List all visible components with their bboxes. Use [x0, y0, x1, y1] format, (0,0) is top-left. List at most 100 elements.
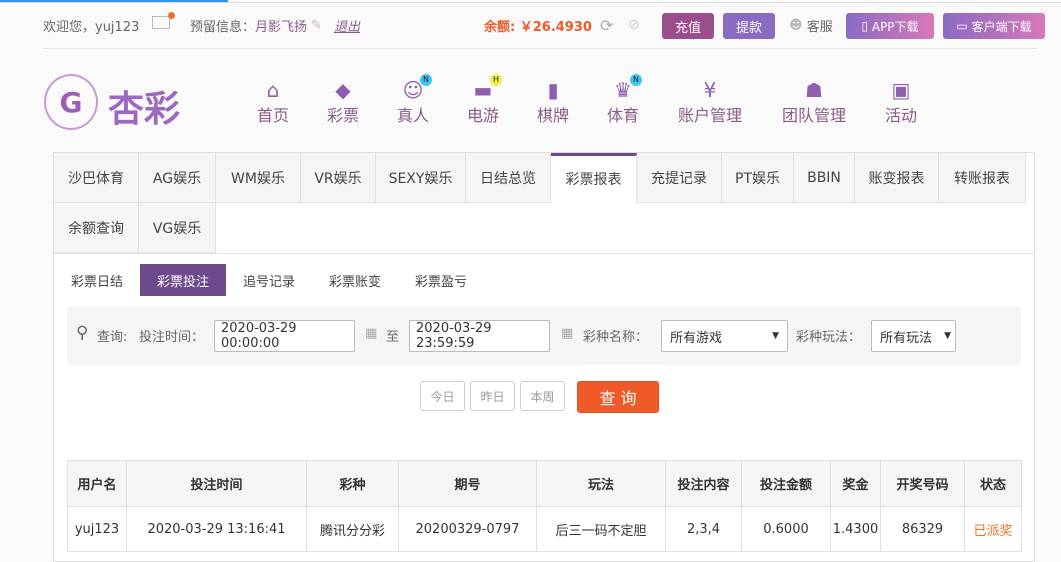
play-type-select[interactable]: 所有玩法 ▼ — [871, 320, 956, 352]
table-cell: 1.4300 — [830, 506, 881, 552]
top-border — [0, 2, 1061, 3]
table-cell: 后三一码不定胆 — [536, 506, 666, 552]
tab-13[interactable]: VG娱乐 — [139, 203, 216, 253]
nav-promotions[interactable]: ▣ 活动 — [880, 78, 922, 126]
ticket-icon: ◆ — [335, 78, 351, 102]
table-cell: 86329 — [880, 506, 965, 552]
nav-account[interactable]: ¥ 账户管理 — [672, 78, 748, 126]
badge-n: N — [420, 74, 432, 86]
nav-chess[interactable]: ▮ 棋牌 — [532, 78, 574, 126]
badge-n: N — [630, 74, 642, 86]
game-name-select[interactable]: 所有游戏 ▼ — [661, 320, 788, 352]
tab-5[interactable]: 日结总览 — [466, 153, 551, 203]
query-label: 查询: — [97, 330, 128, 345]
reserved-value: 月影飞扬 — [255, 19, 308, 35]
table-cell: 20200329-0797 — [398, 506, 537, 552]
header-divider — [43, 48, 1037, 49]
tab-10[interactable]: 账变报表 — [855, 153, 939, 203]
subtab-3[interactable]: 彩票账变 — [312, 264, 398, 296]
yen-coin-icon: ¥ — [703, 78, 717, 102]
subtab-2[interactable]: 追号记录 — [226, 264, 312, 296]
phone-icon: ▯ — [861, 19, 872, 33]
this-week-button[interactable]: 本周 — [520, 381, 565, 411]
table-cell: 腾讯分分彩 — [306, 506, 399, 552]
subtab-4[interactable]: 彩票盈亏 — [398, 264, 484, 296]
live-dealer-icon: ☺ N — [392, 74, 434, 102]
column-header[interactable]: 用户名 — [67, 460, 127, 507]
table-header-row: 用户名 投注时间 彩种 期号 玩法 投注内容 投注金额 奖金 开奖号码 状态 — [67, 460, 1022, 507]
tab-1[interactable]: AG娱乐 — [139, 153, 216, 203]
tab-7[interactable]: 充提记录 — [637, 153, 722, 203]
search-icon: ⚲ — [76, 323, 89, 343]
tab-0[interactable]: 沙巴体育 — [54, 153, 139, 203]
bet-table: 用户名 投注时间 彩种 期号 玩法 投注内容 投注金额 奖金 开奖号码 状态 yuj123 2020… — [67, 460, 1022, 552]
recharge-button[interactable]: 充值 — [662, 13, 714, 39]
table-cell: yuj123 — [67, 506, 127, 552]
hide-balance-icon[interactable]: ⊘ — [628, 14, 640, 36]
tab-2[interactable]: WM娱乐 — [216, 153, 301, 203]
mail-icon[interactable] — [152, 12, 175, 29]
welcome-text: 欢迎您，yuj123 — [43, 19, 140, 35]
edit-icon[interactable]: ✎ — [311, 18, 322, 33]
chevron-down-icon: ▼ — [772, 331, 779, 341]
trophy-icon: ♛ N — [602, 74, 644, 102]
calendar-icon[interactable]: ▦ — [561, 326, 573, 341]
badge-h: H — [490, 74, 502, 86]
chevron-down-icon: ▼ — [944, 331, 951, 341]
column-header[interactable]: 彩种 — [306, 460, 399, 507]
table-cell: 2020-03-29 13:16:41 — [126, 506, 307, 552]
column-header[interactable]: 状态 — [964, 460, 1022, 507]
search-button[interactable]: 查 询 — [577, 381, 659, 413]
column-header[interactable]: 开奖号码 — [880, 460, 965, 507]
column-header[interactable]: 玩法 — [536, 460, 666, 507]
monitor-icon: ▭ — [956, 19, 972, 33]
subtab-1[interactable]: 彩票投注 — [140, 264, 226, 296]
nav-slots[interactable]: ▬ H 电游 — [462, 74, 504, 126]
game-name-label: 彩种名称： — [583, 330, 649, 345]
client-download-button[interactable]: ▭ 客户端下载 — [943, 13, 1045, 39]
column-header[interactable]: 奖金 — [830, 460, 881, 507]
start-time-input[interactable]: 2020-03-29 00:00:00 — [214, 320, 355, 352]
tab-9[interactable]: BBIN — [794, 153, 855, 203]
app-download-button[interactable]: ▯ APP下载 — [846, 13, 934, 39]
table-row: yuj123 2020-03-29 13:16:41 腾讯分分彩 20200329-0… — [67, 506, 1022, 552]
nav-lottery[interactable]: ◆ 彩票 — [322, 78, 364, 126]
nav-home[interactable]: ⌂ 首页 — [252, 78, 294, 126]
customer-service-link[interactable]: ☻ 客服 — [789, 14, 833, 36]
tab-8[interactable]: PT娱乐 — [722, 153, 794, 203]
tab-4[interactable]: SEXY娱乐 — [376, 153, 466, 203]
nav-live[interactable]: ☺ N 真人 — [392, 74, 434, 126]
logout-link[interactable]: 退出 — [334, 16, 360, 35]
reserved-label: 预留信息： — [190, 19, 256, 35]
nav-sports[interactable]: ♛ N 体育 — [602, 74, 644, 126]
logo-emblem[interactable]: G — [44, 74, 98, 130]
team-icon: ☗ — [805, 78, 823, 102]
gift-icon: ▣ — [891, 78, 911, 102]
table-cell: 2,3,4 — [665, 506, 742, 552]
nav-team[interactable]: ☗ 团队管理 — [776, 78, 852, 126]
table-cell: 0.6000 — [741, 506, 831, 552]
column-header[interactable]: 期号 — [398, 460, 537, 507]
refresh-icon[interactable]: ⟳ — [600, 14, 613, 36]
calendar-icon[interactable]: ▦ — [365, 326, 377, 341]
bet-time-label: 投注时间： — [139, 330, 205, 345]
yesterday-button[interactable]: 昨日 — [470, 381, 515, 411]
cards-icon: ▮ — [547, 78, 559, 102]
column-header[interactable]: 投注金额 — [741, 460, 831, 507]
balance-label: 余额: — [484, 19, 516, 35]
tab-12[interactable]: 余额查询 — [54, 203, 139, 253]
tab-6[interactable]: 彩票报表 — [551, 153, 637, 203]
column-header[interactable]: 投注时间 — [126, 460, 307, 507]
status-badge: 已派奖 — [964, 506, 1022, 552]
service-avatar-icon: ☻ — [789, 17, 803, 33]
today-button[interactable]: 今日 — [420, 381, 465, 411]
tab-11[interactable]: 转账报表 — [939, 153, 1026, 203]
tab-3[interactable]: VR娱乐 — [301, 153, 376, 203]
end-time-input[interactable]: 2020-03-29 23:59:59 — [409, 320, 550, 352]
logo-text[interactable]: 杏彩 — [108, 80, 180, 132]
column-header[interactable]: 投注内容 — [665, 460, 742, 507]
withdraw-button[interactable]: 提款 — [723, 13, 775, 39]
subtab-0[interactable]: 彩票日结 — [55, 264, 139, 296]
home-icon: ⌂ — [266, 78, 280, 102]
play-type-label: 彩种玩法： — [796, 330, 862, 345]
